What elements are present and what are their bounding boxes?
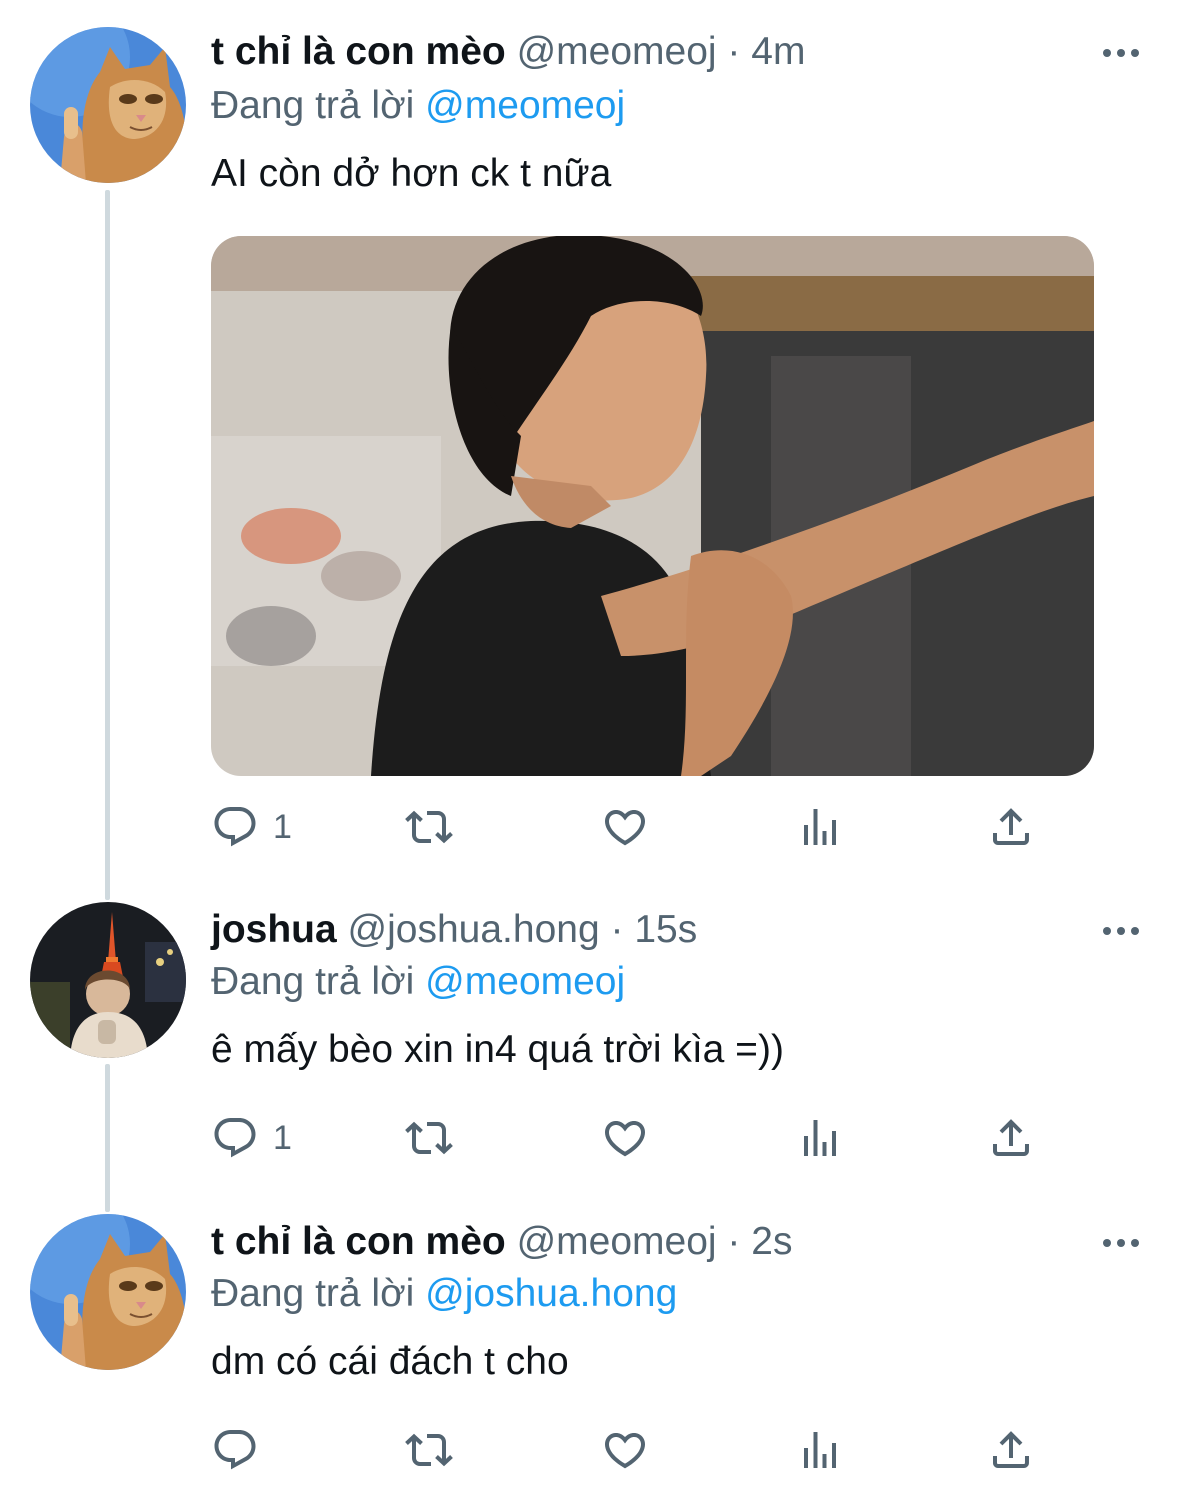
share-icon	[987, 1114, 1035, 1162]
display-name[interactable]: t chỉ là con mèo	[211, 1220, 506, 1263]
like-icon	[601, 1114, 649, 1162]
avatar[interactable]	[30, 27, 186, 183]
share-icon	[987, 803, 1035, 851]
replying-to-line: Đang trả lời @meomeoj	[211, 956, 625, 1008]
user-handle[interactable]: @meomeoj	[517, 30, 717, 73]
retweet-icon	[405, 1114, 453, 1162]
replying-to-line: Đang trả lời @meomeoj	[211, 80, 625, 132]
tweet-header: t chỉ là con mèo @meomeoj · 4m	[211, 24, 1059, 80]
avatar[interactable]	[30, 1214, 186, 1370]
tweet-header: joshua @joshua.hong · 15s	[211, 902, 1059, 958]
avatar[interactable]	[30, 902, 186, 1058]
retweet-button[interactable]	[405, 1108, 453, 1168]
night-tower-avatar-image	[30, 902, 186, 1058]
reply-button[interactable]	[211, 1420, 273, 1480]
separator-dot: ·	[727, 1220, 741, 1263]
tweet-text: dm có cái đách t cho	[211, 1340, 569, 1383]
user-handle[interactable]: @meomeoj	[517, 1220, 717, 1263]
mention-link[interactable]: @meomeoj	[425, 960, 625, 1003]
replying-label: Đang trả lời	[211, 84, 415, 127]
tweet-text: AI còn dở hơn ck t nữa	[211, 152, 612, 195]
tweet-actions: 1	[211, 1108, 1041, 1168]
cat-avatar-image	[30, 1214, 186, 1370]
user-handle[interactable]: @joshua.hong	[348, 908, 600, 951]
like-button[interactable]	[601, 797, 649, 857]
display-name[interactable]: t chỉ là con mèo	[211, 30, 506, 73]
like-icon	[601, 1426, 649, 1474]
reply-icon	[211, 1426, 259, 1474]
reply-button[interactable]: 1	[211, 1108, 292, 1168]
thread-line	[105, 1064, 110, 1212]
more-icon[interactable]	[1079, 1228, 1139, 1258]
cat-avatar-image	[30, 27, 186, 183]
separator-dot: ·	[610, 908, 624, 951]
retweet-icon	[405, 803, 453, 851]
reply-button[interactable]: 1	[211, 797, 292, 857]
share-button[interactable]	[987, 1420, 1035, 1480]
replying-to-line: Đang trả lời @joshua.hong	[211, 1268, 677, 1320]
timestamp[interactable]: 4m	[751, 30, 805, 73]
like-button[interactable]	[601, 1420, 649, 1480]
retweet-button[interactable]	[405, 1420, 453, 1480]
share-button[interactable]	[987, 1108, 1035, 1168]
like-icon	[601, 803, 649, 851]
timestamp[interactable]: 2s	[751, 1220, 792, 1263]
tweet-media-photo[interactable]	[211, 236, 1094, 776]
replying-label: Đang trả lời	[211, 960, 415, 1003]
tweet-text: ê mấy bèo xin in4 quá trời kìa =))	[211, 1028, 784, 1071]
replying-label: Đang trả lời	[211, 1272, 415, 1315]
share-icon	[987, 1426, 1035, 1474]
views-button[interactable]	[796, 797, 844, 857]
thread-line	[105, 190, 110, 900]
reply-count: 1	[273, 807, 292, 846]
views-button[interactable]	[796, 1420, 844, 1480]
tweet-actions: 1	[211, 797, 1041, 857]
reply-count: 1	[273, 1118, 292, 1157]
views-button[interactable]	[796, 1108, 844, 1168]
share-button[interactable]	[987, 797, 1035, 857]
reply-icon	[211, 1114, 259, 1162]
retweet-icon	[405, 1426, 453, 1474]
tweet-actions	[211, 1420, 1041, 1480]
separator-dot: ·	[727, 30, 741, 73]
views-icon	[796, 1426, 844, 1474]
views-icon	[796, 803, 844, 851]
more-icon[interactable]	[1079, 916, 1139, 946]
like-button[interactable]	[601, 1108, 649, 1168]
timestamp[interactable]: 15s	[634, 908, 697, 951]
display-name[interactable]: joshua	[211, 908, 337, 951]
views-icon	[796, 1114, 844, 1162]
mention-link[interactable]: @meomeoj	[425, 84, 625, 127]
tweet-header: t chỉ là con mèo @meomeoj · 2s	[211, 1214, 1059, 1270]
mention-link[interactable]: @joshua.hong	[425, 1272, 677, 1315]
reply-icon	[211, 803, 259, 851]
photo-man-stretching	[211, 236, 1094, 776]
retweet-button[interactable]	[405, 797, 453, 857]
more-icon[interactable]	[1079, 38, 1139, 68]
